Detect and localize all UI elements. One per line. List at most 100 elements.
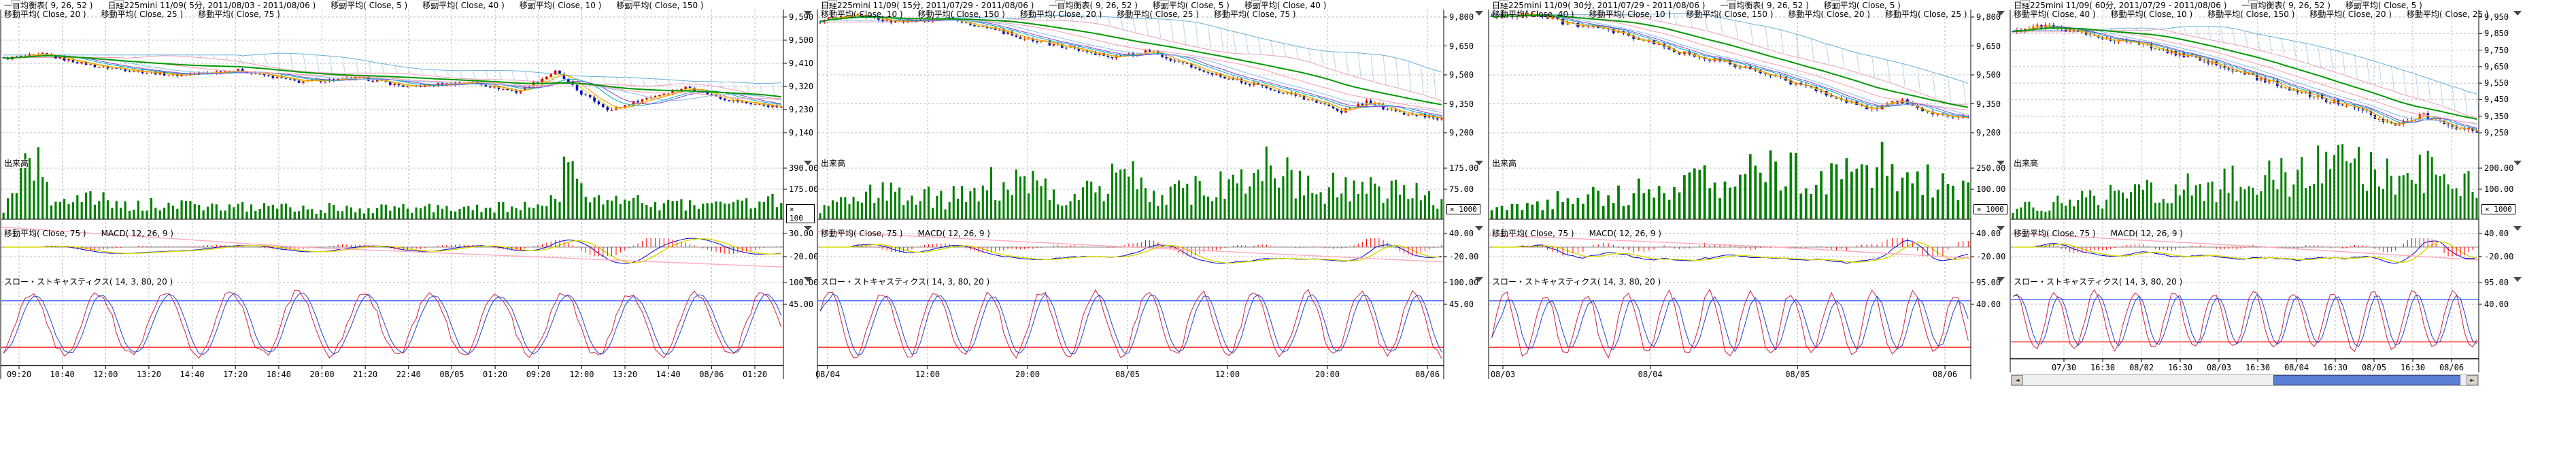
pane-menu-icon[interactable]	[2513, 277, 2522, 282]
legend-swatch	[11, 0, 20, 3]
legend-item: 移動平均( Close, 20 )	[1788, 10, 1870, 19]
axis-label: 9,350	[1449, 100, 1474, 108]
chart-panel-nikkei225mini-5min: 一目均衡表( 9, 26, 52 )日経225mini 11/09( 5分, 2…	[0, 0, 815, 452]
time-axis-label: 14:40	[656, 370, 681, 378]
time-axis-label: 09:20	[7, 370, 31, 378]
legend-item: 移動平均( Close, 40 )	[2014, 10, 2096, 19]
axis-label: 9,550	[2484, 79, 2509, 87]
pane-menu-icon[interactable]	[1997, 161, 2005, 165]
panel-plot-svg[interactable]	[1486, 0, 2007, 422]
pane-menu-icon[interactable]	[1997, 277, 2005, 282]
time-axis-label: 10:40	[50, 370, 75, 378]
legend-item: MACD( 12, 26, 9 )	[2111, 229, 2183, 238]
legend-swatch	[1159, 0, 1169, 3]
axis-label: 175.00	[1449, 164, 1478, 172]
axis-label: 9,410	[789, 59, 813, 67]
scrollbar-right-arrow-icon[interactable]: ►	[2467, 375, 2478, 385]
axis-label: 40.00	[2484, 300, 2509, 308]
axis-label: 9,230	[789, 106, 813, 114]
axis-label: 40.00	[1976, 300, 2001, 308]
time-axis-label: 16:30	[2323, 364, 2348, 372]
axis-label: 40.00	[2484, 229, 2509, 238]
pane-menu-icon[interactable]	[1997, 11, 2005, 16]
time-axis-label: 13:20	[613, 370, 637, 378]
axis-label: 9,200	[1449, 129, 1474, 137]
pane-menu-icon[interactable]	[1475, 11, 1483, 16]
time-axis-label: 08/06	[2439, 364, 2464, 372]
legend-swatch	[337, 0, 347, 3]
panel-plot-svg[interactable]	[2007, 0, 2524, 422]
axis-label: 100.00	[1976, 185, 2005, 193]
pane-menu-icon[interactable]	[804, 11, 812, 16]
scrollbar-thumb[interactable]	[2273, 375, 2460, 385]
legend-swatch	[2020, 0, 2030, 3]
legend-item: 移動平均( Close, 20 )	[2309, 10, 2392, 19]
axis-label: 9,350	[2484, 112, 2509, 120]
macd-legend-row: 移動平均( Close, 75 ) MACD( 12, 26, 9 )	[1492, 229, 1676, 238]
axis-label: 9,140	[789, 129, 813, 137]
legend-swatch	[429, 0, 439, 3]
time-axis-label: 08/04	[2284, 364, 2309, 372]
pane-menu-icon[interactable]	[1475, 161, 1483, 165]
legend-item: 移動平均( Close, 150 )	[2207, 10, 2294, 19]
axis-label: -20.00	[1976, 253, 2005, 261]
chart-workspace: 一目均衡表( 9, 26, 52 )日経225mini 11/09( 5分, 2…	[0, 0, 2576, 452]
time-axis-label: 08/05	[439, 370, 464, 378]
chart-panel-nikkei225mini-30min: 日経225mini 11/09( 30分, 2011/07/29 - 2011/…	[1486, 0, 2007, 452]
legend-row-2: 移動平均( Close, 40 ) 移動平均( Close, 10 ) 移動平均( …	[2014, 10, 2504, 19]
pane-menu-icon[interactable]	[2513, 11, 2522, 16]
time-axis-label: 08/05	[2362, 364, 2386, 372]
legend-item: 移動平均( Close, 75 )	[1492, 229, 1574, 238]
time-axis-label: 22:40	[396, 370, 421, 378]
time-axis-label: 07/30	[2052, 364, 2076, 372]
stochastics-pane-label: スロー・ストキャスティクス( 14, 3, 80, 20 )	[2014, 278, 2182, 287]
legend-item: 移動平均( Close, 150 )	[1686, 10, 1773, 19]
pane-menu-icon[interactable]	[2513, 161, 2522, 165]
axis-label: 45.00	[789, 300, 813, 308]
time-axis-label: 01:20	[483, 370, 507, 378]
panel-plot-svg[interactable]	[814, 0, 1486, 422]
time-axis-label: 20:00	[309, 370, 334, 378]
axis-label: 100.00	[2484, 185, 2513, 193]
legend-swatch	[623, 0, 632, 3]
axis-label: 9,250	[2484, 129, 2509, 137]
legend-swatch	[1831, 0, 1840, 3]
chart-panel-nikkei225mini-60min: 日経225mini 11/09( 60分, 2011/07/29 - 2011/…	[2007, 0, 2524, 452]
time-axis-label: 21:20	[353, 370, 377, 378]
legend-item: 移動平均( Close, 75 )	[1214, 10, 1296, 19]
pane-menu-icon[interactable]	[1475, 226, 1483, 231]
volume-pane-label: 出来高	[821, 159, 845, 168]
volume-scale-box: × 1000	[2481, 204, 2515, 214]
legend-swatch	[1251, 0, 1261, 3]
time-axis-label: 16:30	[2090, 364, 2115, 372]
legend-item: 移動平均( Close, 75 )	[198, 10, 280, 19]
pane-menu-icon[interactable]	[2513, 226, 2522, 231]
axis-label: 9,650	[2484, 63, 2509, 71]
legend-item: MACD( 12, 26, 9 )	[1589, 229, 1661, 238]
axis-label: 9,450	[2484, 95, 2509, 103]
legend-item: 移動平均( Close, 75 )	[821, 229, 903, 238]
time-axis-label: 20:00	[1015, 370, 1040, 378]
time-axis-label: 16:30	[2401, 364, 2425, 372]
axis-label: -20.00	[1449, 253, 1478, 261]
axis-label: 9,850	[2484, 29, 2509, 37]
time-axis-label: 12:00	[569, 370, 594, 378]
axis-label: 9,500	[1976, 71, 2001, 79]
legend-item: 移動平均( Close, 20 )	[4, 10, 86, 19]
axis-label: 9,950	[2484, 13, 2509, 21]
panel-plot-svg[interactable]	[0, 0, 815, 422]
volume-pane-label: 出来高	[2014, 159, 2038, 168]
legend-item: 移動平均( Close, 10 )	[2111, 10, 2193, 19]
pane-menu-icon[interactable]	[804, 161, 812, 165]
axis-label: 9,500	[789, 36, 813, 44]
time-axis-label: 12:00	[93, 370, 118, 378]
legend-row-2: 移動平均( Close, 20 )移動平均( Close, 25 )移動平均( …	[4, 10, 295, 19]
pane-menu-icon[interactable]	[1475, 277, 1483, 282]
axis-label: 9,800	[1449, 13, 1474, 21]
horizontal-scrollbar[interactable]: ◄►	[2011, 374, 2479, 386]
scrollbar-left-arrow-icon[interactable]: ◄	[2012, 375, 2023, 385]
pane-menu-icon[interactable]	[1997, 226, 2005, 231]
time-axis-label: 18:40	[267, 370, 291, 378]
pane-menu-icon[interactable]	[804, 277, 812, 282]
pane-menu-icon[interactable]	[804, 226, 812, 231]
